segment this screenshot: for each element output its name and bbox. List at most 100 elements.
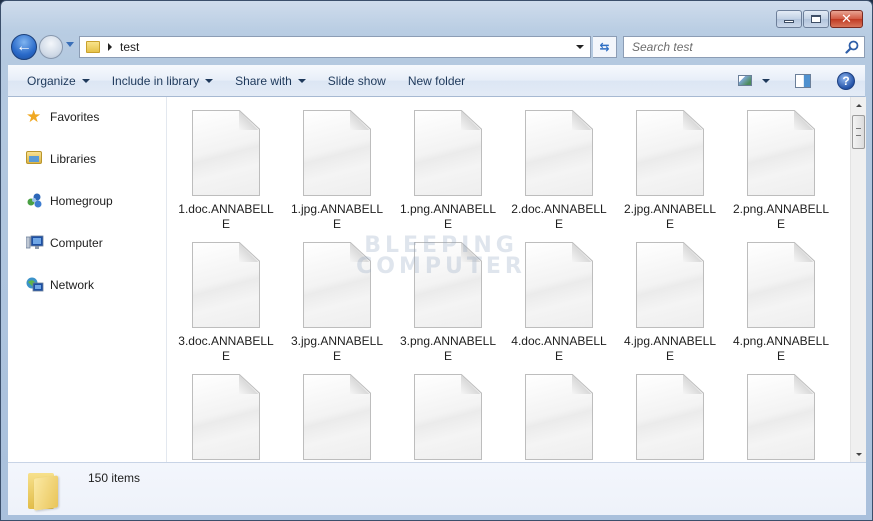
file-item[interactable]: 1.png.ANNABELL E (395, 110, 501, 232)
minimize-button[interactable] (776, 10, 802, 28)
sidebar-item-homegroup[interactable]: Homegroup (26, 193, 113, 209)
file-item[interactable] (284, 374, 390, 462)
recent-pages-dropdown[interactable] (66, 42, 74, 47)
sidebar-item-favorites[interactable]: ★ Favorites (26, 108, 100, 125)
share-with-menu[interactable]: Share with (226, 65, 315, 96)
file-item[interactable] (617, 374, 723, 462)
file-list: 1.doc.ANNABELL E 1.jpg.ANNABELL E 1.png.ANNA… (168, 97, 850, 462)
command-bar: Organize Include in library Share with S… (8, 65, 865, 97)
caption-buttons: ✕ (776, 10, 863, 28)
navigation-pane: ★ Favorites Libraries Homegroup Computer… (8, 97, 167, 462)
file-name: 2.png.ANNABELL E (728, 202, 834, 232)
file-item[interactable]: 3.doc.ANNABELL E (173, 242, 279, 364)
forward-button[interactable] (39, 35, 63, 59)
help-icon[interactable]: ? (837, 71, 855, 90)
sidebar-item-label: Network (50, 278, 95, 292)
change-view-icon[interactable] (738, 75, 752, 86)
folder-icon (28, 467, 60, 511)
libraries-icon (26, 151, 44, 167)
file-name-line2: E (443, 217, 452, 231)
file-name-line2: E (665, 217, 674, 231)
item-count: 150 items (88, 471, 141, 485)
view-options-dropdown[interactable] (762, 78, 770, 83)
sidebar-item-computer[interactable]: Computer (25, 235, 103, 251)
scroll-up-button[interactable] (851, 97, 867, 113)
address-bar[interactable]: test (79, 36, 591, 58)
sidebar-item-libraries[interactable]: Libraries (26, 151, 96, 167)
file-item[interactable]: 4.jpg.ANNABELL E (617, 242, 723, 364)
slide-show-label: Slide show (327, 73, 386, 88)
file-item[interactable]: 2.doc.ANNABELL E (506, 110, 612, 232)
generic-file-icon (636, 110, 704, 196)
preview-pane-icon[interactable] (795, 73, 811, 88)
file-name-line1: 4.doc.ANNABELL (511, 334, 607, 348)
generic-file-icon (747, 110, 815, 196)
file-name: 2.doc.ANNABELL E (506, 202, 612, 232)
back-button[interactable]: ← (11, 34, 37, 60)
vertical-scrollbar[interactable] (850, 97, 866, 462)
file-name: 1.png.ANNABELL E (395, 202, 501, 232)
sidebar-item-label: Favorites (50, 110, 100, 124)
folder-icon (86, 41, 100, 53)
sidebar-item-label: Computer (50, 236, 103, 250)
generic-file-icon (303, 374, 371, 460)
file-item[interactable]: 2.png.ANNABELL E (728, 110, 834, 232)
include-in-library-menu[interactable]: Include in library (103, 65, 222, 96)
maximize-button[interactable] (803, 10, 829, 28)
file-item[interactable]: 3.jpg.ANNABELL E (284, 242, 390, 364)
sidebar-item-label: Homegroup (50, 194, 113, 208)
close-icon: ✕ (841, 11, 852, 26)
file-item[interactable] (506, 374, 612, 462)
file-item[interactable]: 3.png.ANNABELL E (395, 242, 501, 364)
file-name-line2: E (554, 349, 563, 363)
breadcrumb-item[interactable]: test (120, 40, 139, 54)
slide-show-button[interactable]: Slide show (319, 65, 395, 96)
file-item[interactable]: 1.doc.ANNABELL E (173, 110, 279, 232)
generic-file-icon (414, 110, 482, 196)
file-item[interactable] (173, 374, 279, 462)
file-name-line1: 2.doc.ANNABELL (511, 202, 607, 216)
organize-menu[interactable]: Organize (18, 65, 99, 96)
file-name-line1: 2.jpg.ANNABELL (623, 202, 717, 216)
file-item[interactable]: 4.png.ANNABELL E (728, 242, 834, 364)
file-item[interactable]: 1.jpg.ANNABELL E (284, 110, 390, 232)
generic-file-icon (525, 110, 593, 196)
file-name-line2: E (776, 217, 785, 231)
generic-file-icon (525, 242, 593, 328)
file-name: 4.doc.ANNABELL E (506, 334, 612, 364)
chevron-down-icon (856, 452, 862, 456)
search-box[interactable] (623, 36, 865, 58)
scrollbar-thumb[interactable] (852, 115, 865, 149)
file-name-line2: E (554, 217, 563, 231)
breadcrumb-chevron-icon[interactable] (108, 43, 112, 51)
file-name-line1: 3.jpg.ANNABELL (290, 334, 384, 348)
file-item[interactable]: 2.jpg.ANNABELL E (617, 110, 723, 232)
generic-file-icon (192, 110, 260, 196)
file-item[interactable]: 4.doc.ANNABELL E (506, 242, 612, 364)
maximize-icon (811, 15, 821, 23)
scroll-down-button[interactable] (851, 446, 867, 462)
file-name-line2: E (443, 349, 452, 363)
address-history-dropdown[interactable] (576, 45, 584, 49)
search-icon[interactable] (845, 40, 859, 54)
new-folder-button[interactable]: New folder (399, 65, 474, 96)
file-name: 2.jpg.ANNABELL E (617, 202, 723, 232)
search-input[interactable] (632, 40, 832, 54)
generic-file-icon (192, 374, 260, 460)
refresh-button[interactable]: ⇆ (593, 36, 617, 58)
file-name-line1: 4.png.ANNABELL (732, 334, 830, 348)
close-button[interactable]: ✕ (830, 10, 863, 28)
sidebar-item-network[interactable]: Network (26, 277, 94, 293)
file-item[interactable] (728, 374, 834, 462)
homegroup-icon (26, 193, 44, 209)
file-name: 3.doc.ANNABELL E (173, 334, 279, 364)
toolbar-right-group: ? (738, 65, 865, 96)
chevron-down-icon (81, 78, 90, 83)
file-item[interactable] (395, 374, 501, 462)
organize-label: Organize (27, 73, 76, 88)
computer-icon (25, 235, 44, 251)
generic-file-icon (192, 242, 260, 328)
chevron-up-icon (856, 103, 862, 107)
generic-file-icon (747, 242, 815, 328)
chevron-down-icon (297, 78, 306, 83)
